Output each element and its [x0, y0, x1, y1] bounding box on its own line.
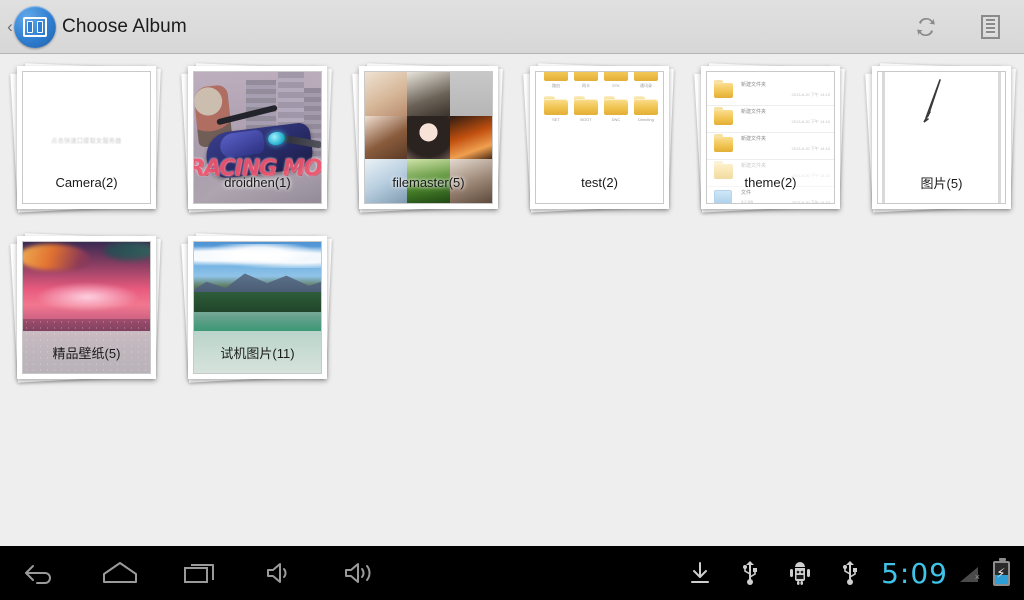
album-label: filemaster(5)	[392, 174, 465, 190]
album-stack: 路由 网卡 STK 通讯录 SET BOOT DNC Directing tes…	[519, 58, 690, 228]
album-label: 图片(5)	[920, 175, 963, 191]
album-item-wallpapers[interactable]: 精品壁纸(5)	[6, 228, 177, 398]
album-stack: 精品壁纸(5)	[6, 228, 177, 398]
status-clock[interactable]: 5:09	[875, 557, 956, 590]
album-item-theme[interactable]: 新建文件夹 2013-6-20 下午 14:10 新建文件夹 2013-6-20…	[690, 58, 861, 228]
album-card: 图片(5)	[872, 66, 1011, 209]
battery-bolt-glyph: ⚡	[996, 565, 1006, 581]
album-stack: 图片(5)	[861, 58, 1024, 228]
album-stack: 新建文件夹 2013-6-20 下午 14:10 新建文件夹 2013-6-20…	[690, 58, 861, 228]
back-arrow-icon	[25, 565, 51, 584]
list-view-button[interactable]	[968, 11, 1012, 43]
thumbnail-faint-text: 点击快速口提取女服务器	[51, 139, 122, 145]
app-icon-glyph	[23, 17, 47, 37]
album-card: RACING MOTO droidhen(1)	[188, 66, 327, 209]
album-stack: 试机图片(11)	[177, 228, 348, 398]
nav-buttons	[0, 546, 400, 600]
album-chooser-screen: ‹ Choose Album 点击快速口提取女服务器 Camera(2) RAC…	[0, 0, 1024, 600]
refresh-button[interactable]	[904, 11, 948, 43]
home-icon	[103, 562, 137, 583]
album-card: 新建文件夹 2013-6-20 下午 14:10 新建文件夹 2013-6-20…	[701, 66, 840, 209]
album-label: 精品壁纸(5)	[23, 331, 150, 373]
volume-down-button[interactable]	[240, 546, 320, 600]
list-view-icon	[980, 15, 1000, 39]
album-stack: RACING MOTO droidhen(1)	[177, 58, 348, 228]
album-card: 路由 网卡 STK 通讯录 SET BOOT DNC Directing tes…	[530, 66, 669, 209]
album-stack: 点击快速口提取女服务器 Camera(2)	[6, 58, 177, 228]
volume-up-icon	[345, 563, 371, 583]
album-label: test(2)	[581, 174, 618, 190]
page-title: Choose Album	[62, 16, 187, 37]
album-card: 精品壁纸(5)	[17, 236, 156, 379]
album-item-camera[interactable]: 点击快速口提取女服务器 Camera(2)	[6, 58, 177, 228]
android-usb-debug-icon[interactable]	[775, 546, 825, 600]
recents-button[interactable]	[160, 546, 240, 600]
usb-icon[interactable]	[725, 546, 775, 600]
signal-x-mark: ×	[974, 572, 980, 582]
album-label: droidhen(1)	[224, 174, 291, 190]
home-button[interactable]	[80, 546, 160, 600]
volume-up-button[interactable]	[320, 546, 400, 600]
refresh-icon	[917, 17, 935, 37]
album-card: filemaster(5)	[359, 66, 498, 209]
album-grid: 点击快速口提取女服务器 Camera(2) RACING MO droidhen…	[0, 54, 1024, 546]
album-item-droidhen[interactable]: RACING MOTO droidhen(1)	[177, 58, 348, 228]
album-label: Camera(2)	[55, 174, 118, 190]
album-item-filemaster[interactable]: filemaster(5)	[348, 58, 519, 228]
no-signal-icon[interactable]: ×	[956, 546, 986, 600]
back-button[interactable]	[0, 546, 80, 600]
download-icon[interactable]	[675, 546, 725, 600]
album-stack: filemaster(5)	[348, 58, 519, 228]
album-label: 试机图片(11)	[194, 331, 321, 373]
album-app-icon[interactable]	[14, 6, 56, 48]
album-item-pictures[interactable]: 图片(5)	[861, 58, 1024, 228]
usb-icon[interactable]	[825, 546, 875, 600]
recents-icon	[184, 564, 214, 583]
app-header: ‹ Choose Album	[0, 0, 1024, 54]
album-card: 试机图片(11)	[188, 236, 327, 379]
status-icons: 5:09 × ⚡	[675, 546, 1016, 600]
album-label: theme(2)	[744, 174, 797, 190]
album-item-test[interactable]: 路由 网卡 STK 通讯录 SET BOOT DNC Directing tes…	[519, 58, 690, 228]
system-navigation-bar: 5:09 × ⚡	[0, 546, 1024, 600]
battery-charging-icon[interactable]: ⚡	[986, 546, 1016, 600]
album-card: 点击快速口提取女服务器 Camera(2)	[17, 66, 156, 209]
album-item-test-photos[interactable]: 试机图片(11)	[177, 228, 348, 398]
volume-down-icon	[267, 563, 287, 583]
